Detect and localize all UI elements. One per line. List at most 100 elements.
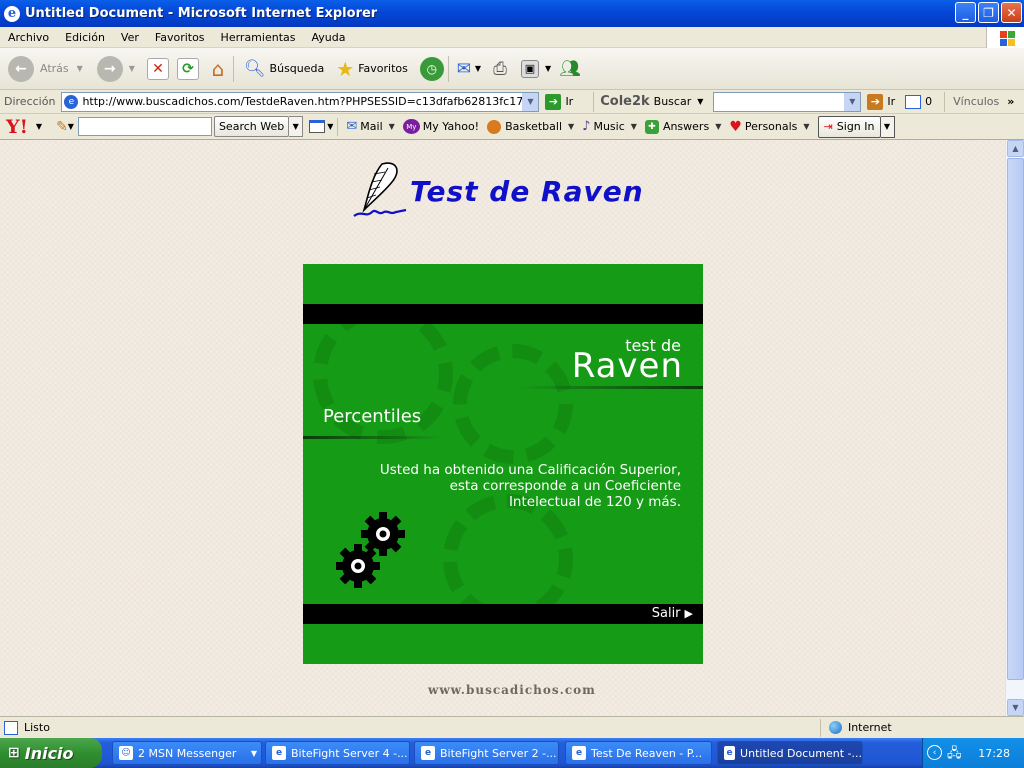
task-test-de-reaven[interactable]: e Test De Reaven - P... — [565, 741, 712, 765]
windows-logo-icon — [986, 27, 1024, 48]
chevron-down-icon[interactable]: ▼ — [545, 64, 551, 73]
go2-button[interactable]: ➔ Ir — [867, 93, 895, 110]
page-content: Test de Raven test de Raven Percentiles … — [0, 140, 1005, 716]
play-arrow-icon: ▶ — [684, 607, 693, 620]
task-msn-messenger[interactable]: ☺ 2 MSN Messenger ▼ — [112, 741, 262, 765]
yahoo-music[interactable]: ♪ Music ▼ — [582, 119, 637, 134]
menu-ayuda[interactable]: Ayuda — [303, 31, 353, 44]
close-button[interactable]: ✕ — [1001, 2, 1022, 23]
search-web-button[interactable]: Search Web — [213, 116, 290, 137]
links-label[interactable]: Vínculos — [953, 95, 999, 108]
print-icon[interactable]: ⎙ — [489, 58, 511, 80]
cole2k-search-input[interactable]: ▼ — [713, 91, 862, 112]
minimize-button[interactable]: _ — [955, 2, 976, 23]
cole2k-search-button[interactable]: Buscar ▼ — [654, 95, 704, 108]
scroll-thumb[interactable] — [1007, 158, 1024, 680]
mail-icon: ✉ — [346, 119, 358, 134]
search-button[interactable]: 🔍︎ Búsqueda — [244, 59, 324, 79]
mail-icon[interactable]: ✉ — [453, 58, 475, 80]
yahoo-logo[interactable]: Y! — [6, 116, 28, 138]
answers-icon: ✚ — [644, 119, 659, 134]
menu-ver[interactable]: Ver — [113, 31, 147, 44]
chevron-down-icon[interactable]: ▼ — [475, 64, 481, 73]
yahoo-search-input[interactable] — [77, 117, 212, 136]
forward-arrow-icon: → — [96, 55, 123, 82]
basketball-icon — [487, 119, 502, 134]
chevron-right-icon[interactable]: » — [1007, 95, 1014, 108]
start-button[interactable]: ⊞ Inicio — [0, 738, 102, 768]
task-bitefight-4[interactable]: e BiteFight Server 4 -... — [265, 741, 410, 765]
search-dropdown[interactable]: ▼ — [844, 92, 861, 111]
windows-logo-icon: ⊞ — [8, 745, 20, 761]
yahoo-my-yahoo[interactable]: My My Yahoo! — [402, 119, 479, 134]
yahoo-mail[interactable]: ✉ Mail ▼ — [346, 119, 394, 134]
window-layout-icon[interactable] — [309, 120, 326, 133]
address-field[interactable]: e http://www.buscadichos.com/TestdeRaven… — [61, 91, 540, 112]
heart-icon: ♥ — [729, 118, 742, 135]
messenger-icon: ☺ — [119, 746, 133, 760]
pencil-icon[interactable]: ✎ — [56, 119, 68, 135]
window-title: Untitled Document - Microsoft Internet E… — [25, 6, 378, 21]
chevron-down-icon[interactable]: ▼ — [327, 122, 333, 131]
search-icon: 🔍︎ — [243, 58, 266, 79]
vertical-scrollbar[interactable]: ▲ ▼ — [1005, 140, 1024, 716]
go-arrow-icon: ➔ — [867, 93, 884, 110]
yahoo-answers[interactable]: ✚ Answers ▼ — [644, 119, 721, 134]
ie-icon: e — [4, 5, 20, 22]
site-url-text: www.buscadichos.com — [428, 683, 596, 697]
chevron-down-icon[interactable]: ▼ — [36, 122, 42, 131]
page-icon: e — [64, 94, 79, 109]
network-icon[interactable]: 🖧︎ — [947, 744, 962, 766]
home-icon[interactable]: ⌂ — [207, 57, 229, 81]
taskbar: ⊞ Inicio ☺ 2 MSN Messenger ▼ e BiteFight… — [0, 738, 1024, 768]
address-dropdown[interactable]: ▼ — [522, 92, 539, 111]
ie-icon: e — [724, 746, 736, 760]
menu-edicion[interactable]: Edición — [57, 31, 113, 44]
yahoo-basketball[interactable]: Basketball ▼ — [487, 119, 574, 134]
popup-blocker-icon — [905, 94, 922, 109]
go-button[interactable]: ➔ Ir — [545, 93, 573, 110]
chevron-down-icon[interactable]: ▼ — [68, 122, 74, 131]
exit-button[interactable]: Salir ▶ — [652, 606, 693, 621]
forward-button[interactable]: → ▼ — [96, 55, 135, 82]
history-icon[interactable]: ◷ — [419, 56, 444, 81]
scroll-up-button[interactable]: ▲ — [1007, 140, 1024, 157]
status-bar: Listo Internet — [0, 716, 1024, 738]
messenger-icon[interactable]: 👥︎ — [559, 58, 581, 80]
gears-icon — [336, 512, 405, 588]
popup-blocker-button[interactable]: 0 — [905, 94, 932, 109]
menu-favoritos[interactable]: Favoritos — [147, 31, 213, 44]
menu-herramientas[interactable]: Herramientas — [213, 31, 304, 44]
favorites-button[interactable]: ★ Favoritos — [336, 57, 408, 81]
scroll-down-button[interactable]: ▼ — [1007, 699, 1024, 716]
task-bitefight-2[interactable]: e BiteFight Server 2 -... — [414, 741, 559, 765]
stop-icon[interactable]: ✕ — [146, 57, 169, 80]
chevron-down-icon: ▼ — [128, 64, 135, 73]
task-untitled-document[interactable]: e Untitled Document -... — [717, 741, 863, 765]
tray-expand-icon[interactable]: ‹ — [927, 745, 942, 760]
back-button[interactable]: ← Atrás ▼ — [8, 55, 83, 82]
edit-icon[interactable]: ▣ — [521, 59, 539, 78]
refresh-icon[interactable]: ⟳ — [176, 57, 199, 80]
gear-watermark-icon — [453, 344, 573, 464]
standard-toolbar: ← Atrás ▼ → ▼ ✕ ⟳ ⌂ 🔍︎ Búsqueda ★ Favori… — [0, 48, 1024, 90]
ie-icon: e — [272, 746, 286, 760]
address-bar: Dirección e http://www.buscadichos.com/T… — [0, 90, 1024, 114]
bottom-black-bar — [303, 604, 703, 624]
page-status-icon — [4, 720, 18, 735]
clock[interactable]: 17:28 — [978, 747, 1010, 760]
sign-in-button[interactable]: ⇥ Sign In — [817, 115, 881, 138]
cole2k-logo: Cole2k — [600, 94, 650, 109]
search-web-dropdown[interactable]: ▼ — [289, 116, 304, 137]
menu-archivo[interactable]: Archivo — [0, 31, 57, 44]
system-tray: ‹ 🖧︎ 17:28 — [922, 738, 1024, 768]
sign-in-dropdown[interactable]: ▼ — [880, 115, 895, 138]
yahoo-personals[interactable]: ♥ Personals ▼ — [729, 119, 809, 135]
chevron-down-icon: ▼ — [697, 97, 704, 106]
feather-pen-icon — [353, 162, 407, 217]
maximize-button[interactable]: ❐ — [978, 2, 999, 23]
menu-bar: Archivo Edición Ver Favoritos Herramient… — [0, 27, 1024, 48]
title-bar: e Untitled Document - Microsoft Internet… — [0, 0, 1024, 27]
top-black-bar — [303, 304, 703, 324]
result-panel: test de Raven Percentiles Usted ha obten… — [303, 264, 703, 664]
